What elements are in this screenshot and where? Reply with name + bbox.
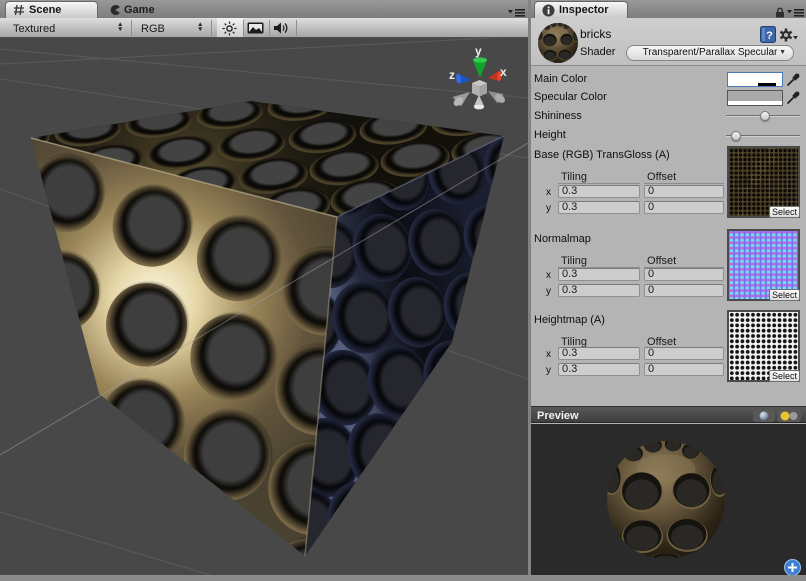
svg-text:y: y: [475, 44, 482, 58]
svg-text:?: ?: [766, 30, 773, 42]
svg-text:x: x: [500, 65, 507, 79]
svg-text:z: z: [449, 68, 455, 82]
